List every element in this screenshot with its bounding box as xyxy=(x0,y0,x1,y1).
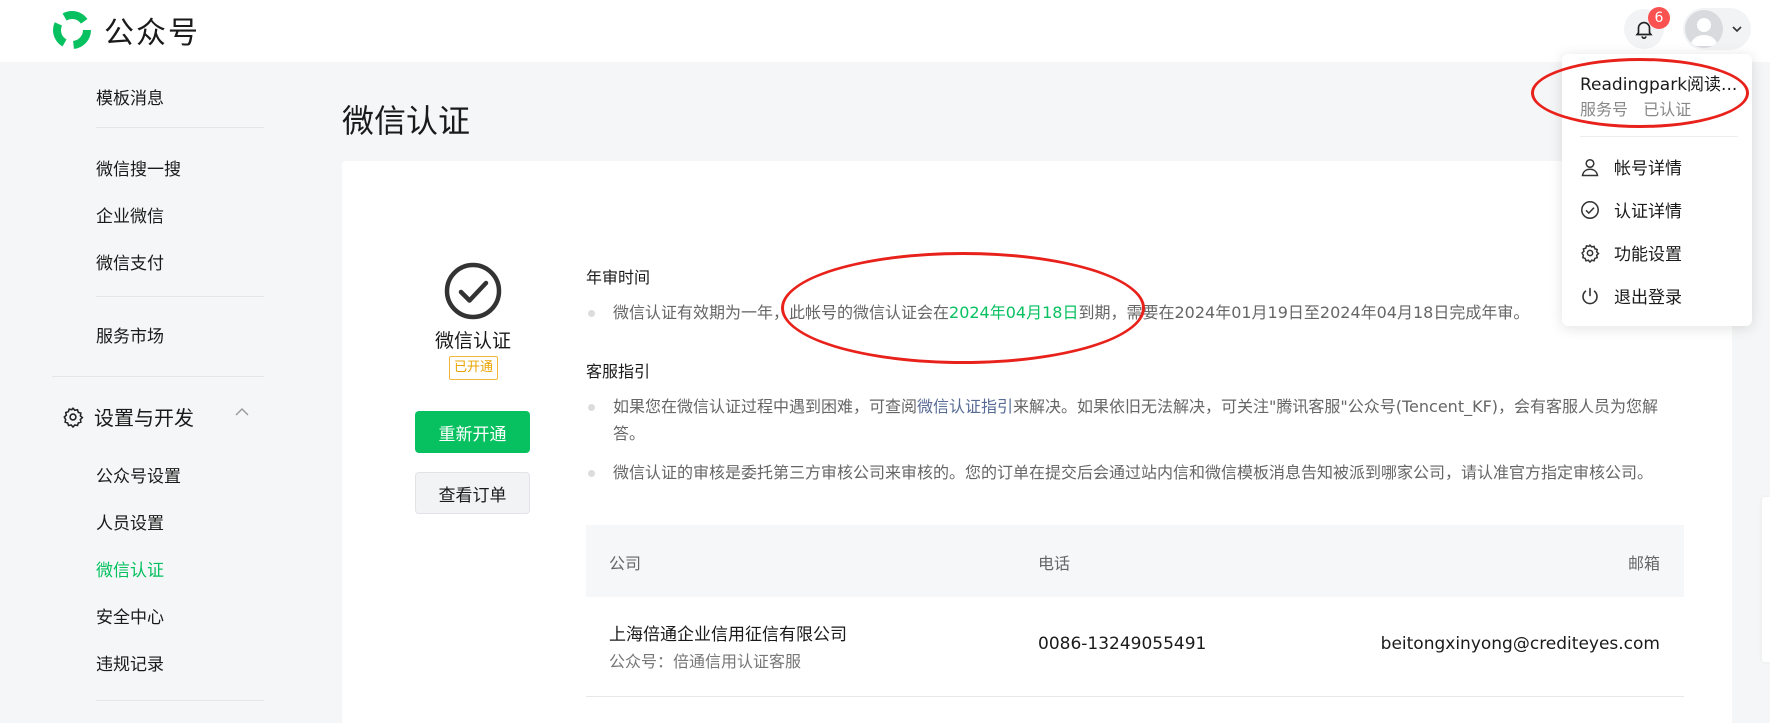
table-row: 上海倍通企业信用征信有限公司 公众号：倍通信用认证客服 0086-1324905… xyxy=(586,597,1684,697)
sidebar-group-label: 设置与开发 xyxy=(94,406,194,430)
expiry-date: 2024年04月18日 xyxy=(949,303,1079,322)
wechat-oa-logo-icon xyxy=(53,11,91,49)
column-header-phone: 电话 xyxy=(1038,554,1071,573)
guide-item: 如果您在微信认证过程中遇到困难，可查阅微信认证指引来解决。如果依旧无法解决，可关… xyxy=(586,393,1686,447)
avatar xyxy=(1685,10,1723,48)
gear-icon xyxy=(1581,243,1600,263)
sidebar-divider xyxy=(96,296,264,297)
default-avatar-icon xyxy=(1690,18,1718,46)
menu-item-label: 帐号详情 xyxy=(1614,159,1682,179)
company-account: 公众号：倍通信用认证客服 xyxy=(609,652,802,671)
company-email: beitongxinyong@crediteyes.com xyxy=(1380,634,1660,654)
company-phone: 0086-13249055491 xyxy=(1038,634,1207,654)
guide-item-text: 如果您在微信认证过程中遇到困难，可查阅 xyxy=(613,397,918,416)
renew-button[interactable]: 重新开通 xyxy=(415,411,530,453)
table-header: 公司 电话 邮箱 xyxy=(586,525,1684,597)
status-badge: 已开通 xyxy=(449,356,499,380)
annual-review-text: 微信认证有效期为一年，此帐号的微信认证会在2024年04月18日到期，需要在20… xyxy=(586,299,1686,326)
menu-item-label: 退出登录 xyxy=(1614,288,1682,308)
sidebar-item-wechat-verification[interactable]: 微信认证 xyxy=(96,556,164,581)
sidebar-item-wecom[interactable]: 企业微信 xyxy=(96,202,164,227)
menu-item-logout[interactable]: 退出登录 xyxy=(1580,283,1682,308)
verification-guide-link[interactable]: 微信认证指引 xyxy=(917,397,1013,416)
menu-item-verification-details[interactable]: 认证详情 xyxy=(1580,197,1682,222)
guide-item-text: 微信认证的审核是委托第三方审核公司来审核的。您的订单在提交后会通过站内信和微信模… xyxy=(613,463,1654,482)
chevron-down-icon xyxy=(1732,26,1742,33)
sidebar-divider xyxy=(52,376,264,377)
check-circle-icon xyxy=(1581,200,1599,219)
app-title: 公众号 xyxy=(104,16,200,51)
guide-title: 客服指引 xyxy=(586,362,651,381)
sidebar-item-service-market[interactable]: 服务市场 xyxy=(96,322,164,347)
verification-status-label: 微信认证 xyxy=(434,330,511,352)
sidebar-item-account-settings[interactable]: 公众号设置 xyxy=(96,462,181,487)
sidebar-item-security-center[interactable]: 安全中心 xyxy=(96,603,164,628)
account-verified-status: 已认证 xyxy=(1643,100,1692,119)
account-meta: 服务号 已认证 xyxy=(1580,96,1691,120)
chevron-up-icon[interactable] xyxy=(234,406,250,418)
menu-item-account-details[interactable]: 帐号详情 xyxy=(1580,154,1682,179)
user-icon xyxy=(1581,158,1599,176)
page-title: 微信认证 xyxy=(342,102,471,140)
guide-item: 微信认证的审核是委托第三方审核公司来审核的。您的订单在提交后会通过站内信和微信模… xyxy=(586,459,1686,486)
sidebar-item-violation-records[interactable]: 违规记录 xyxy=(96,650,164,675)
app-logo[interactable]: 公众号 xyxy=(52,8,200,52)
column-header-email: 邮箱 xyxy=(1627,554,1660,573)
sidebar-item-wechat-pay[interactable]: 微信支付 xyxy=(96,249,164,274)
column-header-company: 公司 xyxy=(609,554,642,573)
account-type: 服务号 xyxy=(1580,100,1629,119)
menu-item-label: 功能设置 xyxy=(1614,245,1682,265)
sidebar-item-wechat-search[interactable]: 微信搜一搜 xyxy=(96,155,181,180)
account-name: Readingpark阅读... xyxy=(1580,75,1738,95)
top-bar: 公众号 6 xyxy=(0,0,1770,62)
account-menu-button[interactable] xyxy=(1683,8,1751,50)
annual-review-text-after: 到期，需要在2024年01月19日至2024年04月18日完成年审。 xyxy=(1078,303,1530,322)
notification-count-badge: 6 xyxy=(1648,7,1670,29)
annual-review-text-before: 微信认证有效期为一年，此帐号的微信认证会在 xyxy=(613,303,950,322)
company-name: 上海倍通企业信用征信有限公司 xyxy=(609,625,847,645)
account-dropdown-menu: Readingpark阅读... 服务号 已认证 帐号详情 认证详情 功能设置 … xyxy=(1562,54,1752,326)
menu-divider xyxy=(1580,136,1738,137)
menu-item-feature-settings[interactable]: 功能设置 xyxy=(1580,240,1682,265)
menu-item-label: 认证详情 xyxy=(1614,202,1682,222)
sidebar-item-template-messages[interactable]: 模板消息 xyxy=(96,84,164,109)
sidebar-divider xyxy=(96,700,264,701)
sidebar-group-settings[interactable]: 设置与开发 xyxy=(62,402,194,431)
annual-review-title: 年审时间 xyxy=(586,268,651,287)
power-icon xyxy=(1582,287,1598,304)
view-orders-button[interactable]: 查看订单 xyxy=(415,472,530,514)
gear-icon xyxy=(63,406,84,428)
sidebar-item-member-settings[interactable]: 人员设置 xyxy=(96,509,164,534)
sidebar-divider xyxy=(96,127,264,128)
check-circle-icon xyxy=(444,262,502,320)
side-panel-edge xyxy=(1762,497,1770,662)
